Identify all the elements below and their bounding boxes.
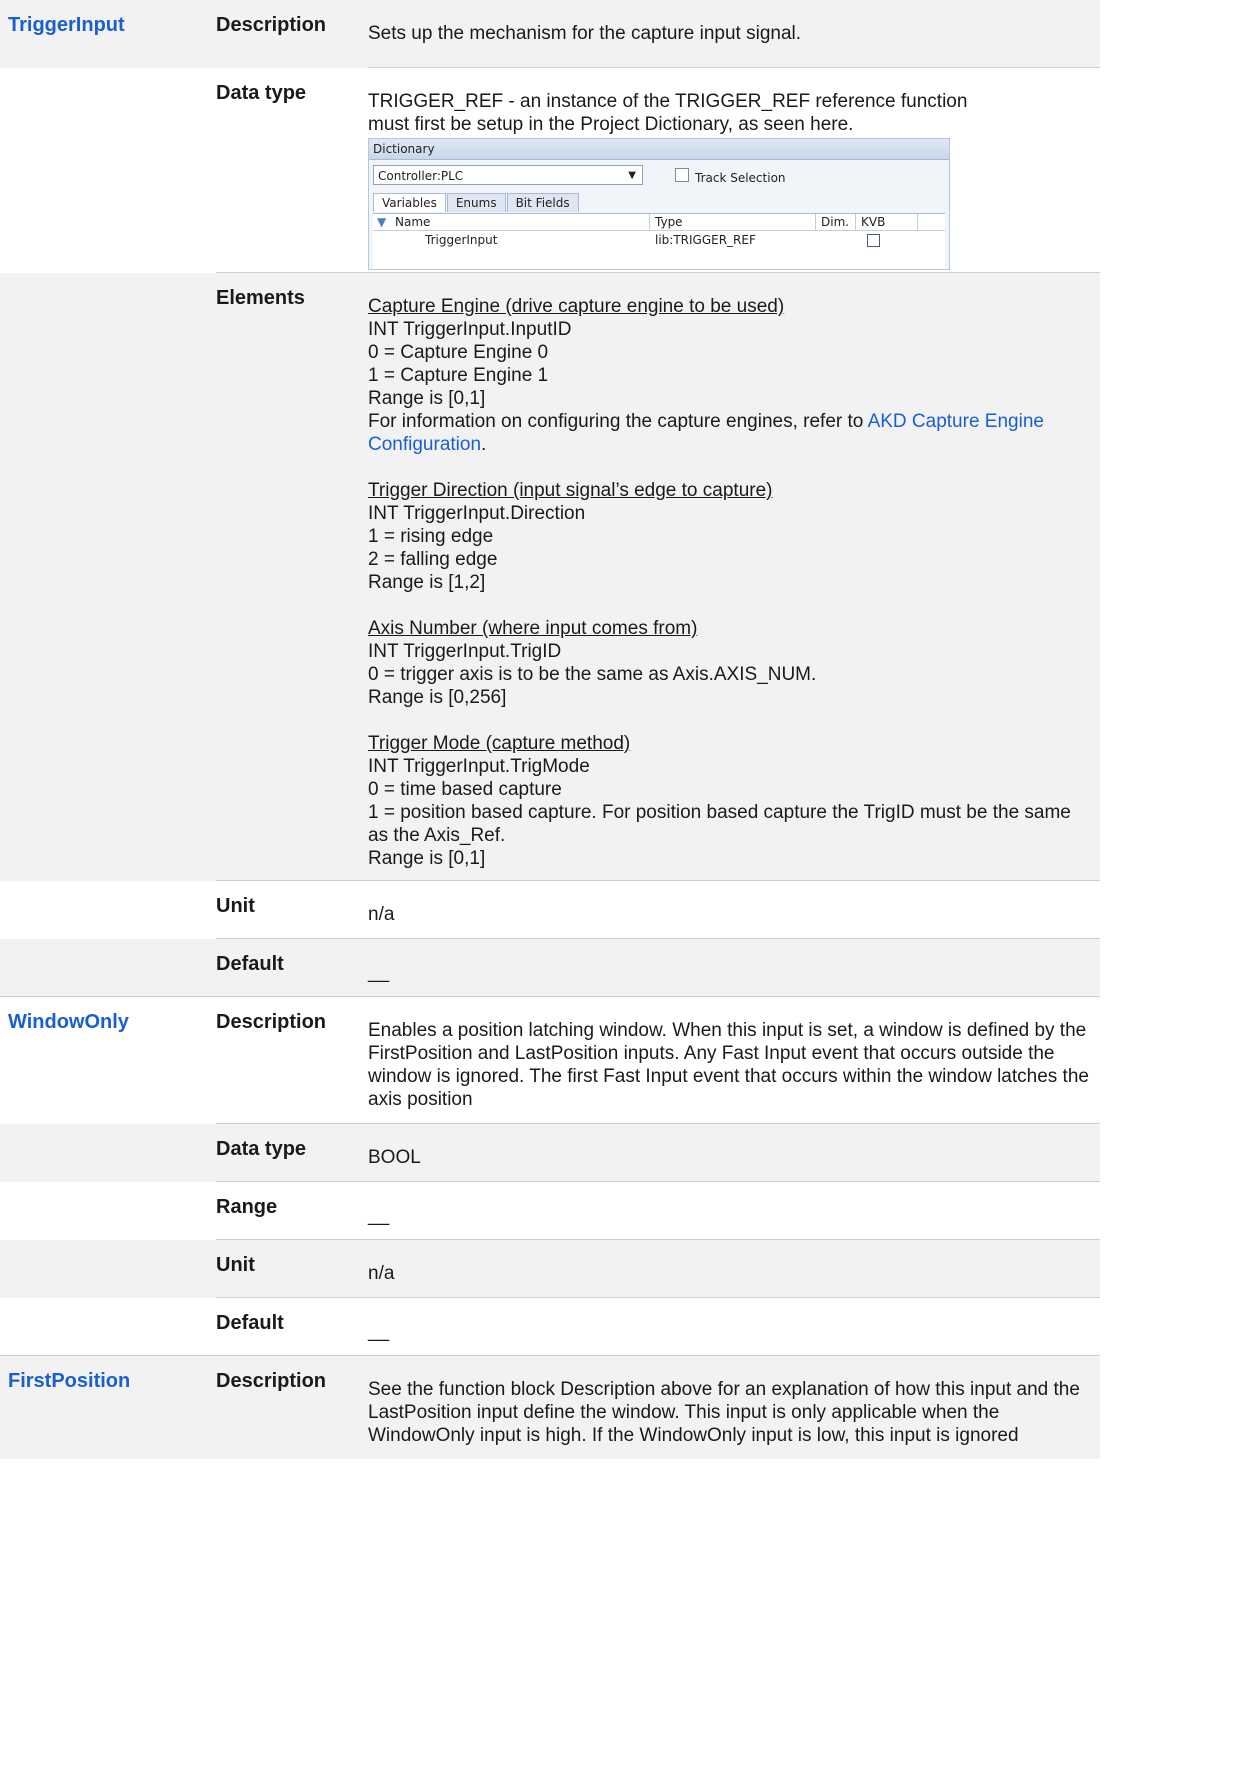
dictionary-screenshot: Dictionary Controller:PLC ▼ Track Select… [368, 138, 950, 270]
element-line: INT TriggerInput.InputID [368, 319, 572, 340]
element-info: For information on configuring the captu… [368, 410, 1094, 456]
param-row-description: WindowOnly Description Enables a positio… [0, 996, 1100, 1124]
element-line: 0 = trigger axis is to be the same as Ax… [368, 664, 817, 685]
track-selection-label: Track Selection [695, 171, 786, 185]
col-dim[interactable]: Dim. [821, 214, 849, 230]
tab-bit-fields[interactable]: Bit Fields [506, 193, 579, 212]
element-heading: Trigger Mode (capture method) [368, 733, 631, 754]
filter-icon[interactable]: ▼ [377, 214, 386, 230]
element-line: Range is [0,1] [368, 848, 486, 869]
dictionary-title: Dictionary [369, 139, 949, 160]
param-row-description: TriggerInput Description Sets up the mec… [0, 0, 1100, 68]
element-line: 1 = Capture Engine 1 [368, 365, 549, 386]
parameter-table: TriggerInput Description Sets up the mec… [0, 0, 1100, 1459]
row-type: lib:TRIGGER_REF [655, 233, 756, 247]
element-line: INT TriggerInput.Direction [368, 503, 586, 524]
data-type-value: BOOL [368, 1123, 1100, 1182]
element-line: 1 = position based capture. For position… [368, 802, 1071, 846]
row-name: TriggerInput [425, 233, 498, 247]
grid-row[interactable]: TriggerInput lib:TRIGGER_REF [373, 231, 945, 249]
default-value: __ [368, 1297, 1100, 1356]
unit-value: n/a [368, 1239, 1100, 1298]
element-heading: Axis Number (where input comes from) [368, 618, 698, 639]
param-name-triggerinput: TriggerInput [0, 0, 216, 68]
element-line: 2 = falling edge [368, 549, 498, 570]
label-default: Default [216, 938, 368, 997]
label-description: Description [216, 0, 368, 68]
range-value: __ [368, 1181, 1100, 1240]
default-value: __ [368, 938, 1100, 997]
element-line: 0 = Capture Engine 0 [368, 342, 549, 363]
description-value: Enables a position latching window. When… [368, 996, 1100, 1124]
data-type-value: TRIGGER_REF - an instance of the TRIGGER… [368, 67, 1100, 273]
label-unit: Unit [216, 1239, 368, 1298]
unit-value: n/a [368, 880, 1100, 939]
param-row-default: Default __ [0, 1297, 1100, 1356]
controller-select[interactable]: Controller:PLC ▼ [373, 165, 643, 185]
label-data-type: Data type [216, 1123, 368, 1182]
controller-select-value: Controller:PLC [378, 169, 464, 183]
data-type-line: must first be setup in the Project Dicti… [368, 114, 854, 135]
param-name-windowonly: WindowOnly [0, 996, 216, 1124]
label-description: Description [216, 1355, 368, 1459]
element-heading: Capture Engine (drive capture engine to … [368, 296, 785, 317]
info-suffix: . [481, 434, 487, 455]
element-heading: Trigger Direction (input signal’s edge t… [368, 480, 773, 501]
col-name[interactable]: Name [395, 214, 430, 230]
param-name-firstposition: FirstPosition [0, 1355, 216, 1459]
param-row-unit: Unit n/a [0, 1239, 1100, 1298]
param-row-range: Range __ [0, 1181, 1100, 1240]
label-elements: Elements [216, 272, 368, 881]
label-unit: Unit [216, 880, 368, 939]
param-row-elements: Elements Capture Engine (drive capture e… [0, 272, 1100, 881]
param-row-data-type: Data type BOOL [0, 1123, 1100, 1182]
element-line: 1 = rising edge [368, 526, 494, 547]
col-type[interactable]: Type [655, 214, 683, 230]
label-data-type: Data type [216, 67, 368, 273]
elements-value: Capture Engine (drive capture engine to … [368, 272, 1100, 881]
label-default: Default [216, 1297, 368, 1356]
param-row-unit: Unit n/a [0, 880, 1100, 939]
element-line: Range is [0,256] [368, 687, 507, 708]
info-text: For information on configuring the captu… [368, 411, 868, 432]
description-value: Sets up the mechanism for the capture in… [368, 0, 1100, 68]
tab-enums[interactable]: Enums [446, 193, 506, 212]
element-line: INT TriggerInput.TrigMode [368, 756, 590, 777]
param-row-default: Default __ [0, 938, 1100, 997]
element-line: 0 = time based capture [368, 779, 562, 800]
kvb-checkbox[interactable] [867, 234, 880, 247]
label-range: Range [216, 1181, 368, 1240]
param-row-data-type: Data type TRIGGER_REF - an instance of t… [0, 67, 1100, 273]
description-value: See the function block Description above… [368, 1355, 1100, 1459]
track-selection-checkbox[interactable] [675, 168, 689, 182]
chevron-down-icon: ▼ [628, 170, 636, 181]
grid-header: ▼ Name Type Dim. KVB [373, 214, 945, 231]
element-line: Range is [0,1] [368, 388, 486, 409]
param-row-description: FirstPosition Description See the functi… [0, 1355, 1100, 1459]
label-description: Description [216, 996, 368, 1124]
tab-variables[interactable]: Variables [373, 193, 446, 212]
col-kvb[interactable]: KVB [861, 214, 885, 230]
data-type-line: TRIGGER_REF - an instance of the TRIGGER… [368, 91, 968, 112]
element-line: Range is [1,2] [368, 572, 486, 593]
element-line: INT TriggerInput.TrigID [368, 641, 562, 662]
dictionary-grid: ▼ Name Type Dim. KVB TriggerInput lib:TR… [373, 213, 945, 269]
